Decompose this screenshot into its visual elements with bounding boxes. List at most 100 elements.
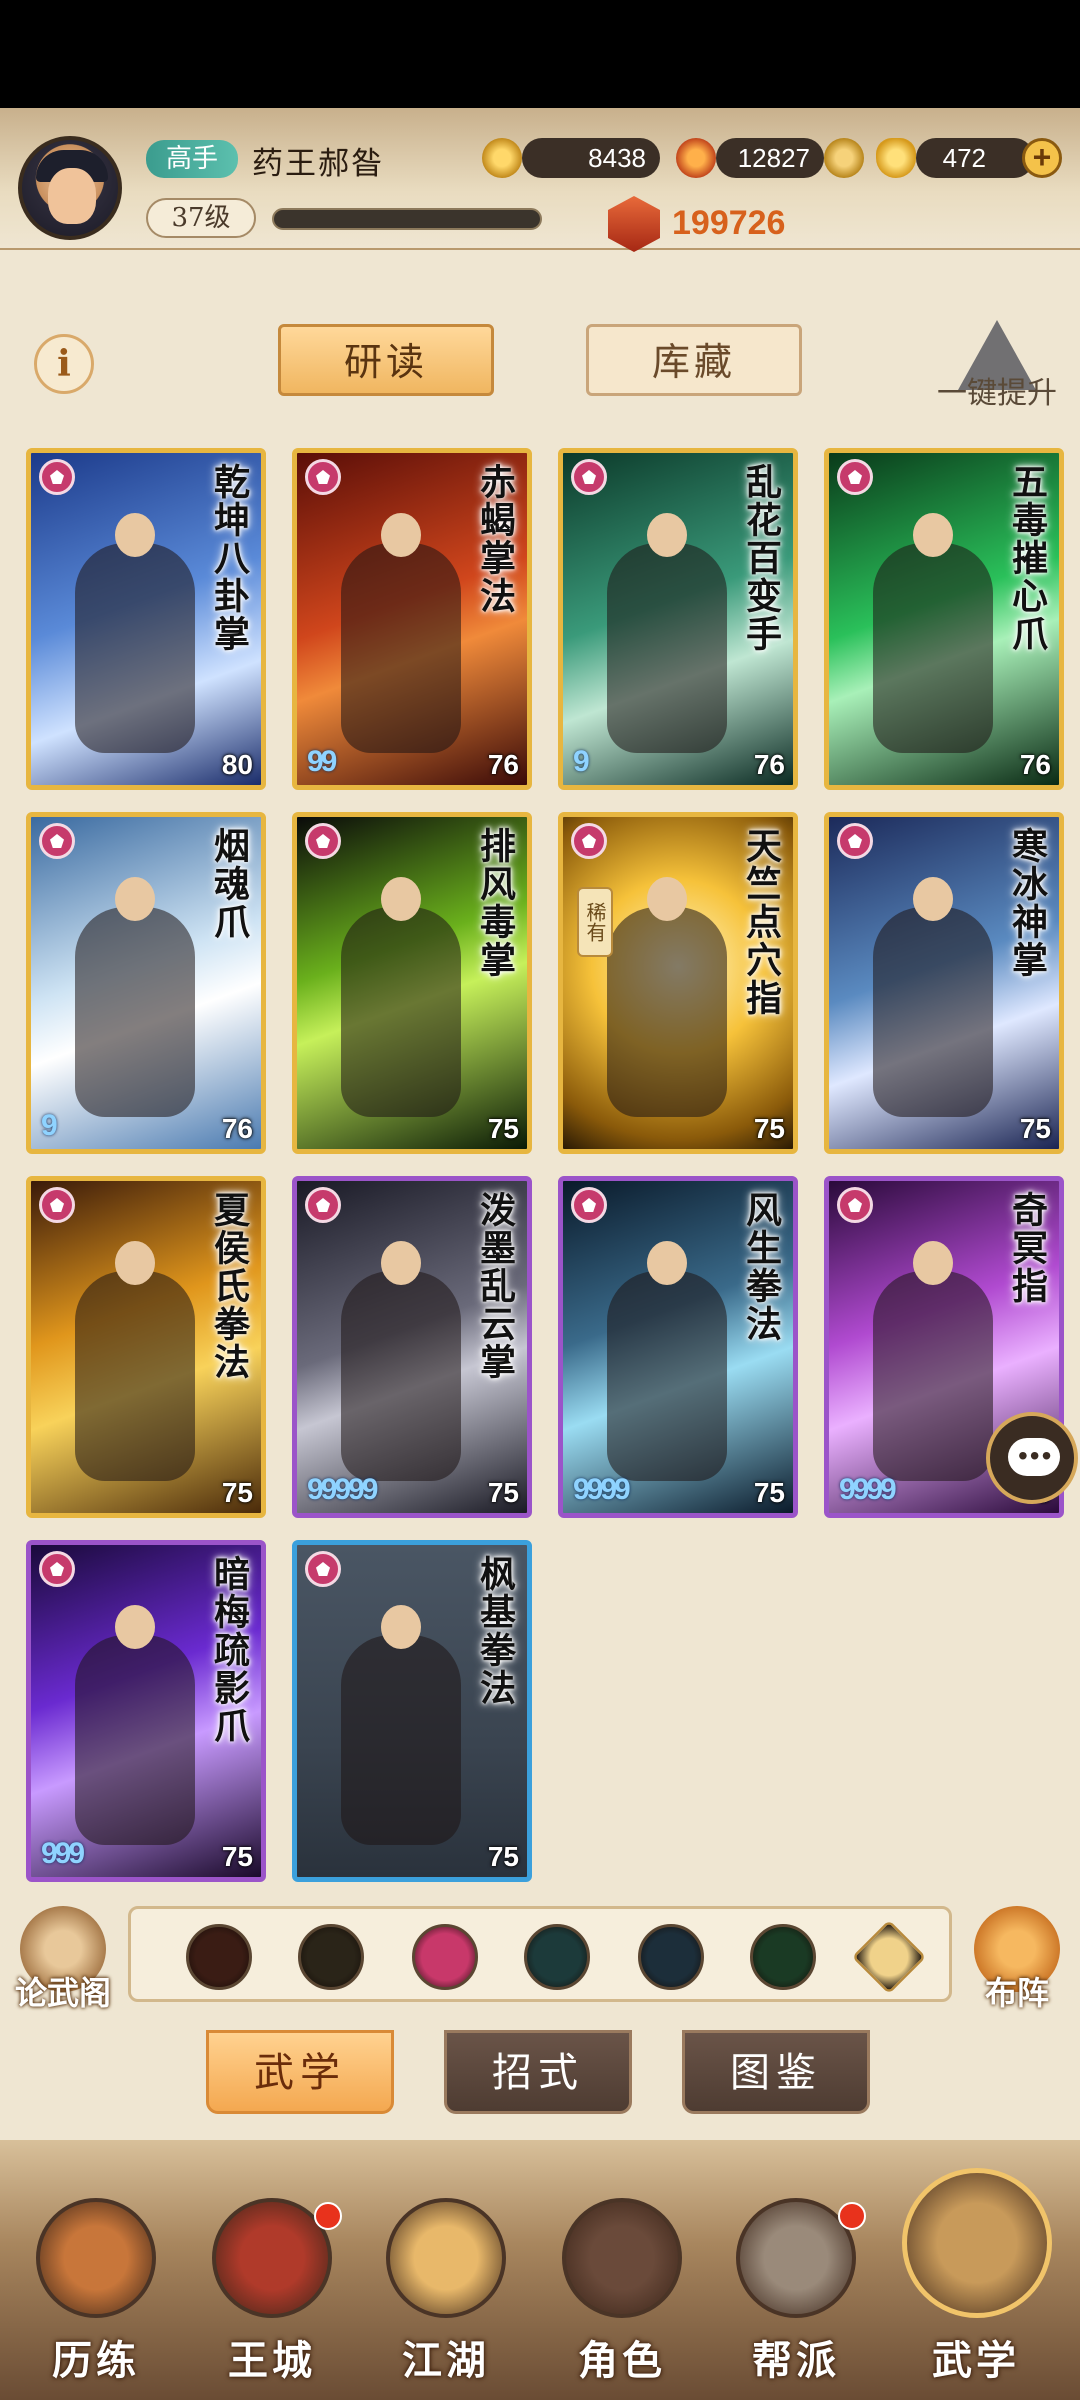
warrior-figure: [873, 907, 993, 1117]
formation-label: 布阵: [984, 1974, 1049, 2012]
palm-type-icon: [571, 823, 607, 859]
tab-storage[interactable]: 库藏: [586, 324, 802, 396]
ingots-value: 472: [916, 138, 1034, 178]
nav-guild[interactable]: 帮派: [708, 2178, 878, 2388]
card-score: 76: [221, 1113, 253, 1144]
warrior-figure: [607, 907, 727, 1117]
martial-art-card[interactable]: 夏侯氏拳法 75: [26, 1176, 266, 1518]
martial-art-card[interactable]: 枫基拳法 75: [292, 1540, 532, 1882]
warrior-figure: [341, 1635, 461, 1845]
nav-guild-label: 帮派: [752, 2337, 840, 2384]
spirit-add-icon[interactable]: [824, 138, 864, 178]
nav-royal-city[interactable]: 王城: [184, 2178, 354, 2388]
palm-type-icon: [305, 1187, 341, 1223]
subtab-moves[interactable]: 招式: [444, 2030, 632, 2114]
chat-button[interactable]: •••: [986, 1412, 1078, 1504]
martial-art-card[interactable]: 暗梅疏影爪 999 75: [26, 1540, 266, 1882]
tab-study[interactable]: 研读: [278, 324, 494, 396]
card-name: 寒冰神掌: [1006, 827, 1048, 979]
martial-art-card[interactable]: 天竺点穴指 稀有 75: [558, 812, 798, 1154]
martial-art-card[interactable]: 烟魂爪 9 76: [26, 812, 266, 1154]
formation-button[interactable]: 布阵: [962, 1906, 1072, 2016]
fan-icon[interactable]: [524, 1924, 590, 1990]
player-avatar[interactable]: [18, 136, 122, 240]
notification-dot: [838, 2202, 866, 2230]
warrior-figure: [873, 543, 993, 753]
blade-icon[interactable]: [298, 1924, 364, 1990]
nav-martial-label: 武学: [932, 2337, 1020, 2384]
card-score: 75: [487, 1113, 519, 1144]
martial-art-card[interactable]: 乱花百变手 9 76: [558, 448, 798, 790]
palm-type-icon: [571, 1187, 607, 1223]
palm-type-icon: [305, 1551, 341, 1587]
one-click-upgrade-button[interactable]: 一键提升: [932, 320, 1062, 411]
rare-badge: 稀有: [577, 887, 613, 957]
warrior-figure: [607, 1271, 727, 1481]
card-name: 赤蝎掌法: [474, 463, 516, 615]
martial-art-card[interactable]: 赤蝎掌法 99 76: [292, 448, 532, 790]
martial-art-card[interactable]: 排风毒掌 75: [292, 812, 532, 1154]
nav-training[interactable]: 历练: [8, 2178, 178, 2388]
palm-type-icon: [39, 1551, 75, 1587]
card-name: 天竺点穴指: [740, 827, 782, 1017]
add-ingots-button[interactable]: +: [1022, 138, 1062, 178]
taiji-icon[interactable]: [638, 1924, 704, 1990]
warrior-head: [381, 1605, 421, 1649]
martial-art-card[interactable]: 泼墨乱云掌 99999 75: [292, 1176, 532, 1518]
subtab-atlas[interactable]: 图鉴: [682, 2030, 870, 2114]
spirit-icon: [676, 138, 716, 178]
palm-type-icon: [39, 823, 75, 859]
card-score: 75: [1019, 1113, 1051, 1144]
warrior-head: [647, 1241, 687, 1285]
nav-martial[interactable]: 武学: [888, 2168, 1058, 2388]
palm-type-icon: [837, 459, 873, 495]
nav-jianghu[interactable]: 江湖: [358, 2178, 528, 2388]
nav-royal-city-label: 王城: [228, 2337, 316, 2384]
nav-jianghu-icon: [386, 2198, 506, 2318]
martial-art-card[interactable]: 五毒摧心爪 76: [824, 448, 1064, 790]
card-name: 烟魂爪: [208, 827, 250, 941]
claw-icon[interactable]: [750, 1924, 816, 1990]
warrior-head: [115, 513, 155, 557]
sword-icon[interactable]: [186, 1924, 252, 1990]
warrior-head: [115, 877, 155, 921]
player-name: 药王郝昝: [252, 146, 384, 182]
card-level-beads: 9999: [573, 1473, 631, 1506]
martial-art-card[interactable]: 乾坤八卦掌 80: [26, 448, 266, 790]
subtab-martial[interactable]: 武学: [206, 2030, 394, 2114]
card-level-beads: 999: [41, 1837, 85, 1870]
card-name: 奇冥指: [1006, 1191, 1048, 1305]
status-bar: [0, 0, 1080, 108]
palm-type-icon: [39, 1187, 75, 1223]
card-score: 75: [221, 1477, 253, 1508]
discussion-hall-button[interactable]: 论武阁: [8, 1906, 118, 2016]
warrior-figure: [873, 1271, 993, 1481]
avatar-face: [48, 168, 96, 224]
upgrade-label: 一键提升: [937, 376, 1057, 411]
palm-type-icon: [571, 459, 607, 495]
card-name: 枫基拳法: [474, 1555, 516, 1707]
card-score: 75: [487, 1477, 519, 1508]
info-button[interactable]: i: [34, 334, 94, 394]
card-level-beads: 99: [307, 745, 337, 778]
nav-training-icon: [36, 2198, 156, 2318]
palm-type-icon: [837, 1187, 873, 1223]
nav-character[interactable]: 角色: [534, 2178, 704, 2388]
warrior-head: [115, 1605, 155, 1649]
martial-art-card[interactable]: 风生拳法 9999 75: [558, 1176, 798, 1518]
warrior-figure: [607, 543, 727, 753]
card-level-beads: 9: [573, 745, 590, 778]
warrior-head: [115, 1241, 155, 1285]
warrior-head: [381, 877, 421, 921]
warrior-figure: [341, 543, 461, 753]
warrior-head: [913, 877, 953, 921]
palm-icon[interactable]: [412, 1924, 478, 1990]
card-level-beads: 9: [41, 1109, 58, 1142]
warrior-head: [381, 513, 421, 557]
combat-power-value: 199726: [672, 204, 786, 242]
card-name: 乱花百变手: [740, 463, 782, 653]
martial-art-card[interactable]: 寒冰神掌 75: [824, 812, 1064, 1154]
coins-value: 8438: [522, 138, 660, 178]
warrior-head: [381, 1241, 421, 1285]
card-score: 80: [221, 749, 253, 780]
